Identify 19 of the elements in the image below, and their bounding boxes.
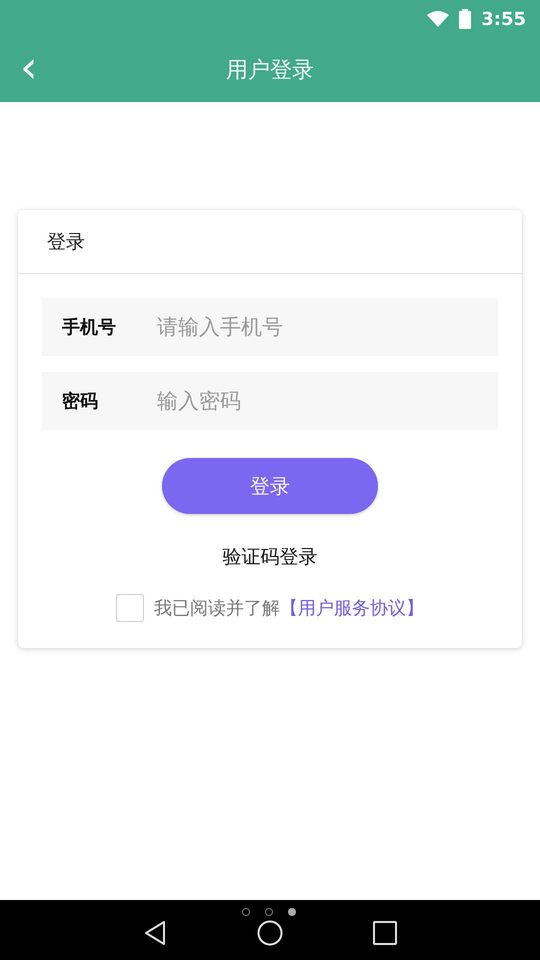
page-title: 用户登录 bbox=[226, 57, 314, 85]
status-time: 3:55 bbox=[481, 8, 526, 30]
code-login-link[interactable]: 验证码登录 bbox=[222, 544, 318, 570]
text-input[interactable]: 请输入手机号 bbox=[155, 298, 498, 356]
field-label: 手机号 bbox=[61, 316, 117, 339]
card-title: 登录 bbox=[18, 210, 522, 274]
back-icon[interactable] bbox=[143, 920, 167, 946]
recent-apps-icon[interactable] bbox=[373, 921, 397, 945]
login-button[interactable]: 登录 bbox=[162, 458, 378, 514]
input-field[interactable]: 手机号 请输入手机号 bbox=[42, 298, 498, 356]
text-input[interactable]: 输入密码 bbox=[155, 372, 498, 430]
home-icon[interactable] bbox=[257, 920, 283, 946]
wifi-icon bbox=[427, 11, 450, 27]
agreement-link[interactable]: 【用户服务协议】 bbox=[280, 598, 424, 619]
agreement-text: 我已阅读并了解 bbox=[154, 598, 280, 619]
agreement-checkbox[interactable] bbox=[116, 594, 144, 622]
field-label: 密码 bbox=[61, 390, 99, 413]
input-field[interactable]: 密码 输入密码 bbox=[42, 372, 498, 430]
battery-icon bbox=[459, 9, 472, 29]
